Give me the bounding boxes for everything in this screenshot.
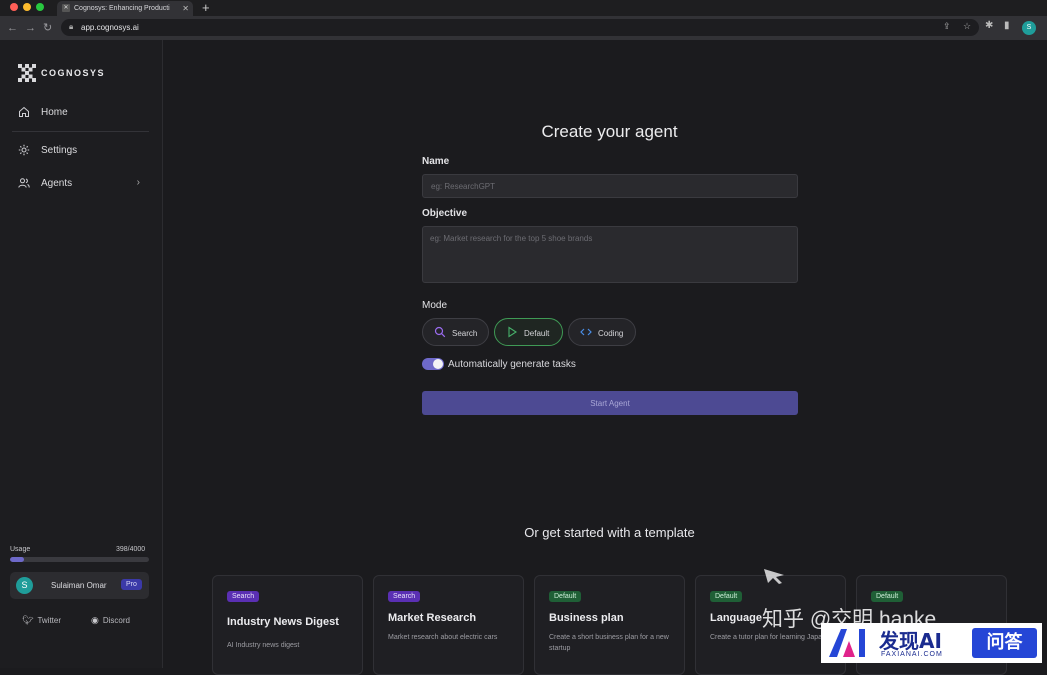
mode-label: Mode (422, 300, 448, 311)
template-badge: Default (710, 591, 743, 602)
share-icon[interactable]: ⇪ (943, 21, 951, 32)
sidebar-item-label: Home (41, 107, 68, 118)
url-text: app.cognosys.ai (81, 23, 139, 32)
mode-label-text: Coding (598, 329, 624, 338)
sidebar-item-settings[interactable]: Settings (18, 143, 148, 159)
agent-name-input[interactable] (422, 174, 798, 198)
usage-progress-bar (10, 557, 149, 562)
extensions-puzzle-icon[interactable]: ✱ (985, 20, 993, 31)
profile-avatar[interactable]: S (1022, 21, 1036, 35)
faxianai-logo-icon (829, 629, 865, 657)
maximize-window-button[interactable] (36, 3, 44, 11)
auto-tasks-toggle[interactable] (422, 358, 444, 370)
back-arrow-icon[interactable]: ← (7, 20, 18, 36)
tab-close-icon[interactable]: ✕ (182, 4, 189, 13)
sidebar-item-agents[interactable]: Agents › (18, 176, 148, 192)
discord-label: Discord (102, 616, 130, 625)
template-card[interactable]: Search Industry News Digest AI Industry … (212, 575, 363, 675)
template-title: Market Research (388, 612, 477, 624)
twitter-link[interactable]: 🐦︎ Twitter (22, 615, 61, 626)
objective-textarea[interactable] (422, 226, 798, 283)
template-description: Create a tutor plan for learning Japanes… (710, 634, 838, 641)
mode-search-button[interactable]: Search (422, 318, 489, 346)
usage-progress-fill (10, 557, 24, 562)
play-icon (508, 326, 518, 338)
template-description: Create a short business plan for a new s… (549, 634, 669, 652)
lock-icon: 🔒︎ (69, 22, 74, 31)
tab-title: Cognosys: Enhancing Producti (74, 5, 170, 12)
browser-toolbar: ← → ↻ 🔒︎ app.cognosys.ai ⇪ ☆ ✱ ▮ S (0, 16, 1047, 40)
gear-icon (18, 144, 30, 156)
user-name: Sulaiman Omar (51, 581, 107, 590)
template-badge: Default (549, 591, 582, 602)
cognosys-logo-icon (18, 64, 36, 82)
close-window-button[interactable] (10, 3, 18, 11)
twitter-bird-icon: 🐦︎ (22, 615, 34, 625)
sidebar-item-label: Agents (41, 178, 73, 189)
sidebar: COGNOSYS Home Settings Agents › Usage 39… (0, 40, 163, 668)
twitter-label: Twitter (37, 616, 61, 625)
template-card[interactable]: Search Market Research Market research a… (373, 575, 524, 675)
page-title: Create your agent (541, 122, 678, 141)
tab-favicon-icon: ✕ (62, 4, 70, 12)
faxianai-watermark: 发现AI FAXIANAI.COM 问答 (821, 623, 1042, 663)
reload-icon[interactable]: ↻ (43, 20, 52, 36)
discord-link[interactable]: ◉ Discord (91, 615, 130, 626)
side-panel-icon[interactable]: ▮ (1004, 20, 1010, 31)
template-title: Language (710, 612, 762, 624)
template-title: Business plan (549, 612, 624, 624)
template-description: AI Industry news digest (227, 642, 300, 649)
template-title: Industry News Digest (227, 616, 339, 628)
browser-tab-bar: ✕ Cognosys: Enhancing Producti ✕ + (0, 0, 1047, 16)
mode-coding-button[interactable]: Coding (568, 318, 636, 346)
new-tab-button[interactable]: + (202, 0, 210, 15)
faxianai-brand: 发现AI (879, 629, 942, 653)
usage-label: Usage (10, 546, 31, 553)
usage-count: 398/4000 (116, 546, 146, 553)
avatar: S (16, 577, 33, 594)
sidebar-item-home[interactable]: Home (18, 105, 148, 121)
browser-tab[interactable]: ✕ Cognosys: Enhancing Producti ✕ (57, 1, 193, 16)
sidebar-divider (12, 131, 149, 132)
mode-default-button[interactable]: Default (494, 318, 563, 346)
cursor-icon (764, 569, 784, 584)
start-agent-button[interactable]: Start Agent (422, 391, 798, 415)
template-card[interactable]: Default Business plan Create a short bus… (534, 575, 685, 675)
mode-label-text: Default (524, 329, 550, 338)
faxianai-url: FAXIANAI.COM (881, 651, 943, 658)
template-badge: Search (388, 591, 421, 602)
code-brackets-icon (580, 328, 592, 336)
mode-label-text: Search (452, 329, 478, 338)
users-icon (18, 178, 30, 188)
name-label: Name (422, 156, 450, 167)
template-description: Market research about electric cars (388, 634, 498, 641)
bookmark-star-icon[interactable]: ☆ (963, 21, 971, 32)
plan-badge: Pro (121, 579, 142, 590)
address-bar[interactable]: 🔒︎ app.cognosys.ai ⇪ ☆ (61, 19, 979, 36)
sidebar-item-label: Settings (41, 145, 78, 156)
toggle-knob (433, 359, 443, 369)
home-icon (19, 106, 29, 117)
template-badge: Search (227, 591, 260, 602)
template-badge: Default (871, 591, 904, 602)
discord-icon: ◉ (91, 615, 99, 625)
brand-name: COGNOSYS (41, 68, 106, 78)
qa-badge: 问答 (972, 628, 1037, 658)
objective-label: Objective (422, 208, 468, 219)
forward-arrow-icon[interactable]: → (25, 20, 36, 36)
templates-heading: Or get started with a template (524, 525, 695, 540)
chevron-right-icon: › (136, 177, 140, 188)
auto-tasks-label: Automatically generate tasks (448, 359, 576, 370)
minimize-window-button[interactable] (23, 3, 31, 11)
user-card[interactable]: S Sulaiman Omar Pro (10, 572, 149, 599)
search-icon (434, 326, 446, 338)
